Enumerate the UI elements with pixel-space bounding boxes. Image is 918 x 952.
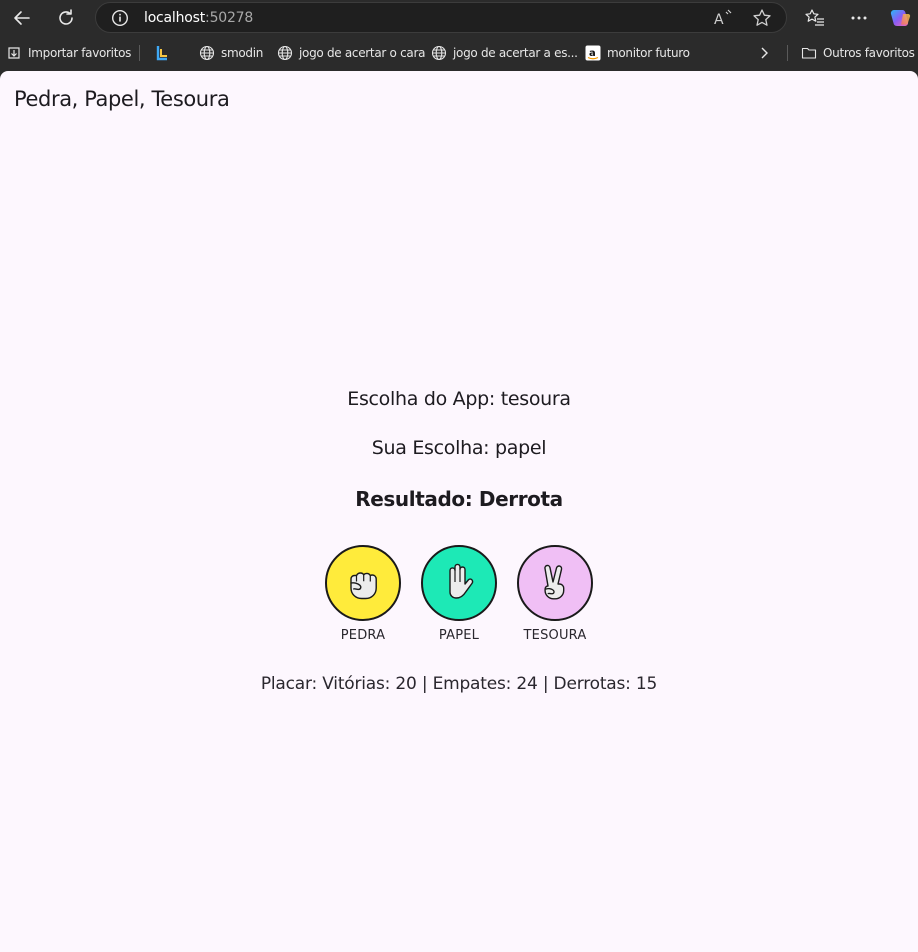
- url-text[interactable]: localhost:50278: [144, 10, 253, 26]
- user-choice-text: Sua Escolha: papel: [371, 437, 547, 459]
- svg-text:A: A: [714, 12, 724, 27]
- address-bar[interactable]: localhost:50278 A: [95, 2, 787, 33]
- scoreboard-text: Placar: Vitórias: 20 | Empates: 24 | Der…: [260, 674, 658, 694]
- bookmark-other-favorites[interactable]: Outros favoritos: [801, 36, 915, 70]
- paper-hand-icon: [449, 563, 474, 599]
- paper-circle[interactable]: [421, 545, 497, 621]
- bookmark-jogo-cara[interactable]: jogo de acertar o cara: [277, 36, 425, 70]
- scissors-button[interactable]: TESOURA: [517, 545, 593, 643]
- copilot-icon: [890, 10, 911, 26]
- globe-icon: [277, 45, 293, 61]
- url-port: :50278: [205, 10, 254, 26]
- bookmark-jogo-es[interactable]: jogo de acertar a es...: [431, 36, 578, 70]
- more-bookmarks-button[interactable]: [757, 36, 771, 70]
- scissors-circle[interactable]: [517, 545, 593, 621]
- scissors-hand-icon: [544, 564, 565, 600]
- bookmark-label: smodin: [221, 46, 264, 60]
- app-bar-title: Pedra, Papel, Tesoura: [14, 87, 230, 111]
- globe-icon: [431, 45, 447, 61]
- l-logo-icon: [156, 46, 167, 61]
- rock-label: PEDRA: [340, 628, 386, 643]
- app-page: Pedra, Papel, Tesoura Escolha do App: te…: [0, 71, 918, 952]
- rock-button[interactable]: PEDRA: [325, 545, 401, 643]
- choice-buttons: PEDRA PAPEL TESOURA: [0, 545, 918, 643]
- bookmark-monitor-futuro[interactable]: a monitor futuro: [585, 36, 690, 70]
- bookmark-label: Importar favoritos: [28, 46, 132, 60]
- bookmark-import-favorites[interactable]: Importar favoritos: [6, 36, 131, 70]
- favorite-star-icon[interactable]: [752, 8, 772, 28]
- paper-button[interactable]: PAPEL: [421, 545, 497, 643]
- import-icon: [8, 47, 20, 59]
- favorites-button[interactable]: [803, 6, 827, 30]
- app-choice-text: Escolha do App: tesoura: [347, 388, 571, 410]
- browser-toolbar: localhost:50278 A: [0, 0, 918, 36]
- folder-icon: [801, 47, 817, 59]
- reload-button[interactable]: [54, 6, 78, 30]
- bookmark-separator: [787, 45, 788, 61]
- favorites-list-icon: [805, 9, 824, 26]
- site-info-icon[interactable]: [111, 9, 129, 27]
- bookmark-label: Outros favoritos: [823, 46, 915, 60]
- copilot-button[interactable]: [889, 6, 913, 30]
- chevron-right-icon: [761, 47, 768, 59]
- back-button[interactable]: [10, 6, 34, 30]
- bookmark-smodin[interactable]: smodin: [199, 36, 263, 70]
- bookmark-label: monitor futuro: [607, 46, 690, 60]
- url-host: localhost: [144, 10, 206, 26]
- svg-text:a: a: [589, 48, 595, 59]
- result-text: Resultado: Derrota: [355, 487, 563, 511]
- globe-icon: [199, 45, 215, 61]
- read-aloud-icon[interactable]: A: [714, 9, 734, 27]
- paper-label: PAPEL: [438, 628, 480, 643]
- more-options-button[interactable]: [847, 6, 871, 30]
- bookmark-label: jogo de acertar o cara: [299, 46, 426, 60]
- bookmark-l-site[interactable]: [155, 36, 169, 70]
- reload-icon: [59, 9, 73, 25]
- bookmarks-bar: Importar favoritos smodin jogo de acerta…: [0, 36, 918, 70]
- rock-circle[interactable]: [325, 545, 401, 621]
- back-arrow-icon: [14, 11, 30, 25]
- rock-hand-icon: [350, 572, 377, 600]
- bookmark-separator: [139, 45, 140, 61]
- ellipsis-icon: [851, 16, 867, 20]
- bookmark-label: jogo de acertar a es...: [453, 46, 578, 60]
- amazon-icon: a: [585, 45, 601, 61]
- scissors-label: TESOURA: [523, 628, 587, 643]
